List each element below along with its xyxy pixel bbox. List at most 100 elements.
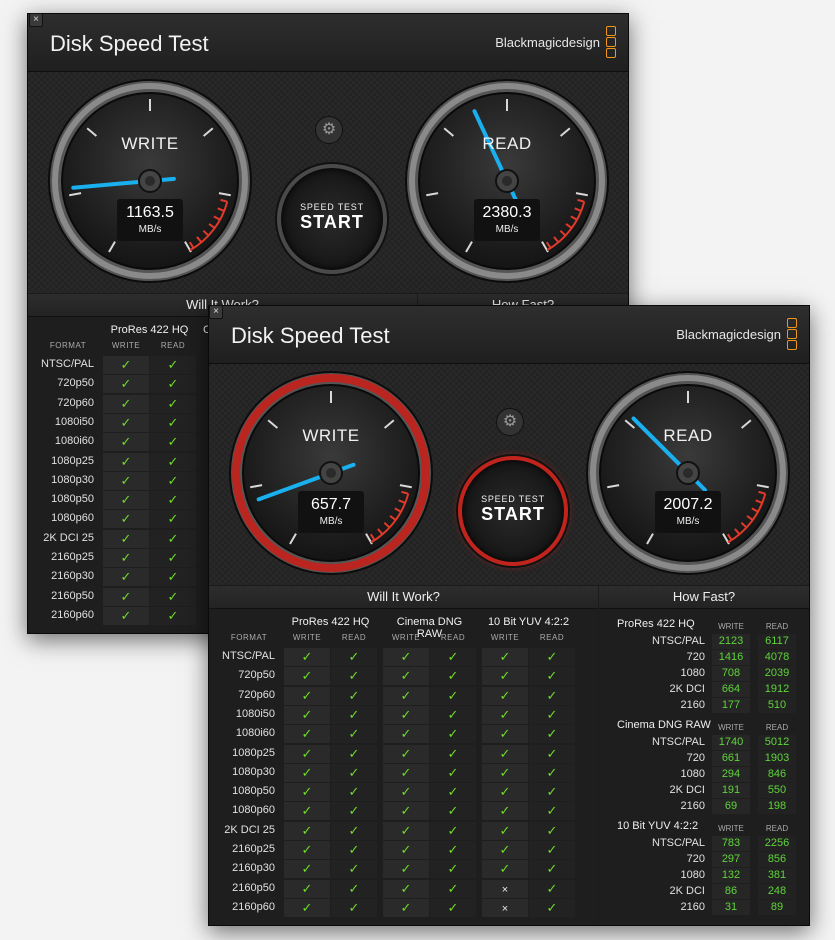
- supported-check-icon: ✓: [150, 587, 196, 606]
- supported-check-icon: ✓: [284, 841, 330, 859]
- supported-check-icon: ✓: [331, 686, 377, 705]
- close-window-icon[interactable]: ×: [29, 13, 43, 27]
- write-fps-value: 31: [712, 900, 750, 915]
- supported-check-icon: ✓: [430, 821, 476, 840]
- read-column-header: READ: [765, 824, 789, 833]
- write-fps-value: 1740: [712, 735, 750, 750]
- speed-test-start-button[interactable]: SPEED TEST START: [458, 456, 568, 566]
- supported-check-icon: ✓: [103, 452, 149, 471]
- supported-check-icon: ✓: [383, 744, 429, 763]
- start-button-caption: SPEED TEST: [300, 202, 364, 212]
- supported-check-icon: ✓: [103, 510, 149, 529]
- supported-check-icon: ✓: [383, 686, 429, 705]
- gauge-panel: WRITE 657.7 MB/s READ 2007.2 MB/s ⚙ SPEED TEST S…: [209, 364, 809, 585]
- write-gauge: WRITE 1163.5 MB/s: [47, 78, 253, 284]
- read-fps-value: 6117: [758, 634, 796, 649]
- format-row-label: 720p50: [238, 669, 275, 682]
- write-column-header: WRITE: [111, 341, 141, 350]
- read-column-header: READ: [765, 723, 789, 732]
- unsupported-cross-icon: ×: [482, 879, 528, 898]
- supported-check-icon: ✓: [150, 356, 196, 374]
- write-column-header: WRITE: [718, 824, 744, 833]
- format-row-label: 2160p25: [51, 551, 94, 563]
- read-gauge: READ 2380.3 MB/s: [404, 78, 610, 284]
- start-button-label: START: [300, 212, 364, 232]
- settings-gear-icon[interactable]: ⚙: [315, 116, 343, 144]
- how-fast-format-label: 2K DCI: [669, 885, 705, 897]
- format-row-label: 1080p60: [51, 512, 94, 525]
- how-fast-format-label: 1080: [680, 667, 705, 679]
- blackmagic-logo-icon: [606, 26, 616, 59]
- supported-check-icon: ✓: [482, 705, 528, 724]
- supported-check-icon: ✓: [529, 821, 575, 840]
- read-fps-value: 198: [758, 799, 796, 814]
- close-window-icon[interactable]: ×: [209, 305, 223, 319]
- supported-check-icon: ✓: [284, 744, 330, 763]
- supported-check-icon: ✓: [383, 841, 429, 859]
- format-row-label: 1080i60: [235, 727, 275, 740]
- write-fps-value: 664: [712, 682, 750, 697]
- write-fps-value: 86: [712, 884, 750, 899]
- format-row-label: 1080p50: [51, 493, 94, 506]
- format-row-label: 2160p30: [51, 570, 94, 583]
- supported-check-icon: ✓: [150, 549, 196, 567]
- gauge-value: 2007.2: [663, 496, 713, 513]
- how-fast-codec-name: Cinema DNG RAW: [617, 719, 711, 731]
- supported-check-icon: ✓: [331, 860, 377, 879]
- brand-name: Blackmagicdesign: [495, 35, 600, 50]
- gauge-label: READ: [663, 426, 713, 445]
- supported-check-icon: ✓: [331, 667, 377, 686]
- write-column-header: WRITE: [391, 633, 421, 642]
- supported-check-icon: ✓: [383, 648, 429, 666]
- supported-check-icon: ✓: [430, 744, 476, 763]
- read-column-header: READ: [341, 633, 367, 642]
- speed-test-start-button[interactable]: SPEED TEST START: [277, 164, 387, 274]
- read-fps-value: 856: [758, 852, 796, 867]
- how-fast-format-label: 2160: [680, 800, 705, 812]
- supported-check-icon: ✓: [430, 841, 476, 859]
- supported-check-icon: ✓: [529, 879, 575, 898]
- supported-check-icon: ✓: [529, 802, 575, 821]
- supported-check-icon: ✓: [430, 725, 476, 744]
- format-row-label: 720p60: [57, 396, 94, 409]
- how-fast-codec-name: ProRes 422 HQ: [617, 618, 695, 630]
- format-row-label: 2160p50: [51, 589, 94, 602]
- will-it-work-header: Will It Work?: [209, 586, 598, 609]
- title-bar: Disk Speed Test Blackmagicdesign: [28, 14, 628, 72]
- supported-check-icon: ✓: [103, 433, 149, 452]
- how-fast-codec-name: 10 Bit YUV 4:2:2: [617, 820, 699, 832]
- supported-check-icon: ✓: [529, 648, 575, 666]
- supported-check-icon: ✓: [482, 763, 528, 782]
- write-fps-value: 783: [712, 836, 750, 851]
- format-row-label: 1080i50: [235, 707, 275, 720]
- format-row-label: 2160p50: [232, 881, 275, 894]
- supported-check-icon: ✓: [284, 667, 330, 686]
- supported-check-icon: ✓: [150, 606, 196, 625]
- supported-check-icon: ✓: [284, 860, 330, 879]
- format-row-label: 2K DCI 25: [43, 531, 94, 544]
- supported-check-icon: ✓: [103, 568, 149, 587]
- supported-check-icon: ✓: [103, 549, 149, 567]
- gauge-value: 2380.3: [482, 204, 532, 221]
- format-row-label: 1080i50: [54, 415, 94, 428]
- how-fast-format-label: NTSC/PAL: [652, 736, 705, 748]
- how-fast-format-label: 720: [686, 651, 705, 663]
- how-fast-format-label: NTSC/PAL: [652, 837, 705, 849]
- codec-header: ProRes 422 HQ: [110, 324, 189, 336]
- supported-check-icon: ✓: [103, 375, 149, 394]
- supported-check-icon: ✓: [430, 667, 476, 686]
- settings-gear-icon[interactable]: ⚙: [496, 408, 524, 436]
- supported-check-icon: ✓: [529, 744, 575, 763]
- format-row-label: 2K DCI 25: [224, 823, 275, 836]
- read-column-header: READ: [539, 633, 565, 642]
- supported-check-icon: ✓: [284, 802, 330, 821]
- supported-check-icon: ✓: [383, 860, 429, 879]
- gauge-readout: 2007.2 MB/s: [655, 491, 721, 533]
- supported-check-icon: ✓: [150, 394, 196, 413]
- write-fps-value: 132: [712, 868, 750, 883]
- supported-check-icon: ✓: [430, 802, 476, 821]
- write-gauge: WRITE 657.7 MB/s: [228, 370, 434, 576]
- gauge-panel: WRITE 1163.5 MB/s READ 2380.3 MB/s ⚙ SPEED TEST…: [28, 72, 628, 293]
- supported-check-icon: ✓: [482, 841, 528, 859]
- supported-check-icon: ✓: [529, 763, 575, 782]
